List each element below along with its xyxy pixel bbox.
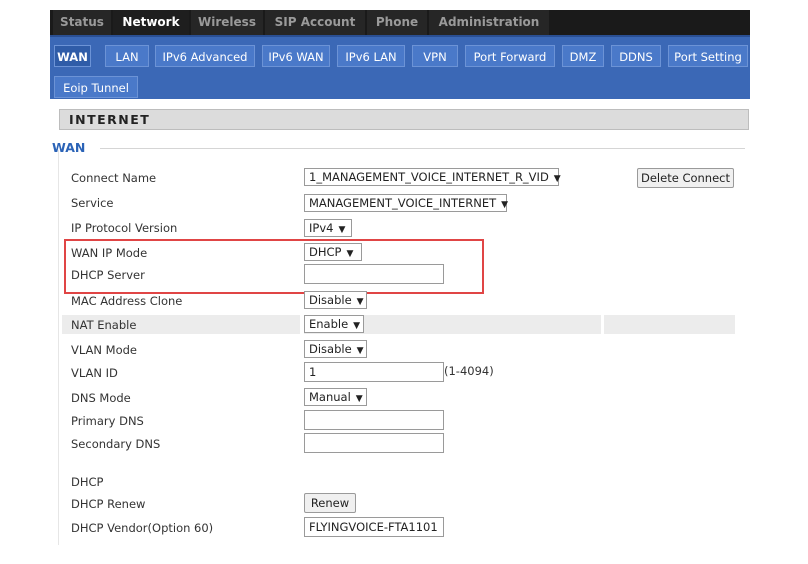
dropdown-arrow-icon: ▼ bbox=[501, 200, 509, 210]
vlan-mode-value: Disable bbox=[309, 342, 352, 356]
vlan-id-input[interactable]: 1 bbox=[304, 362, 444, 382]
dropdown-arrow-icon: ▼ bbox=[356, 346, 364, 356]
wan-ip-mode-select[interactable]: DHCP ▼ bbox=[304, 243, 362, 261]
ip-protocol-label: IP Protocol Version bbox=[71, 221, 178, 235]
tab-network[interactable]: Network bbox=[113, 10, 189, 35]
renew-button[interactable]: Renew bbox=[304, 493, 356, 513]
mac-clone-value: Disable bbox=[309, 293, 352, 307]
service-label: Service bbox=[71, 196, 114, 210]
dropdown-arrow-icon: ▼ bbox=[356, 297, 364, 307]
vlan-id-hint: (1-4094) bbox=[444, 364, 494, 378]
tab-administration[interactable]: Administration bbox=[429, 10, 549, 35]
section-title: INTERNET bbox=[69, 112, 151, 127]
fieldset-border bbox=[58, 150, 59, 545]
secondary-dns-input[interactable] bbox=[304, 433, 444, 453]
tab-wireless[interactable]: Wireless bbox=[191, 10, 263, 35]
subtab-eoip-tunnel[interactable]: Eoip Tunnel bbox=[54, 76, 138, 98]
dhcp-heading: DHCP bbox=[71, 475, 104, 489]
dhcp-server-label: DHCP Server bbox=[71, 268, 145, 282]
row-separator bbox=[601, 315, 604, 334]
secondary-dns-label: Secondary DNS bbox=[71, 437, 161, 451]
dns-mode-select[interactable]: Manual ▼ bbox=[304, 388, 367, 406]
dropdown-arrow-icon: ▼ bbox=[353, 321, 361, 331]
subtab-port-setting[interactable]: Port Setting bbox=[668, 45, 748, 67]
subtab-ipv6-lan[interactable]: IPv6 LAN bbox=[337, 45, 405, 67]
dropdown-arrow-icon: ▼ bbox=[346, 249, 354, 259]
primary-dns-input[interactable] bbox=[304, 410, 444, 430]
dropdown-arrow-icon: ▼ bbox=[553, 174, 561, 184]
subtab-ddns[interactable]: DDNS bbox=[611, 45, 661, 67]
dns-mode-value: Manual bbox=[309, 390, 351, 404]
ip-protocol-value: IPv4 bbox=[309, 221, 334, 235]
section-header: INTERNET bbox=[59, 109, 749, 130]
dhcp-vendor-input[interactable]: FLYINGVOICE-FTA1101 bbox=[304, 517, 444, 537]
vlan-mode-select[interactable]: Disable ▼ bbox=[304, 340, 367, 358]
connect-name-select[interactable]: 1_MANAGEMENT_VOICE_INTERNET_R_VID ▼ bbox=[304, 168, 561, 186]
tab-phone[interactable]: Phone bbox=[367, 10, 427, 35]
subtab-dmz[interactable]: DMZ bbox=[562, 45, 604, 67]
mac-clone-select[interactable]: Disable ▼ bbox=[304, 291, 367, 309]
subtab-vpn[interactable]: VPN bbox=[412, 45, 458, 67]
subtab-wan[interactable]: WAN bbox=[54, 45, 91, 67]
vlan-id-label: VLAN ID bbox=[71, 366, 118, 380]
nat-enable-select[interactable]: Enable ▼ bbox=[304, 315, 364, 333]
dropdown-arrow-icon: ▼ bbox=[338, 225, 346, 235]
ip-protocol-select[interactable]: IPv4 ▼ bbox=[304, 219, 352, 237]
dhcp-server-input[interactable] bbox=[304, 264, 444, 284]
subtab-port-forward[interactable]: Port Forward bbox=[465, 45, 555, 67]
top-nav-bar: Status Network Wireless SIP Account Phon… bbox=[50, 10, 750, 35]
connect-name-label: Connect Name bbox=[71, 171, 157, 185]
vlan-mode-label: VLAN Mode bbox=[71, 343, 137, 357]
dhcp-renew-label: DHCP Renew bbox=[71, 497, 146, 511]
nat-row-background bbox=[62, 315, 735, 334]
mac-clone-label: MAC Address Clone bbox=[71, 294, 183, 308]
connect-name-value: 1_MANAGEMENT_VOICE_INTERNET_R_VID bbox=[309, 170, 549, 184]
wan-ip-mode-label: WAN IP Mode bbox=[71, 246, 148, 260]
nat-enable-label: NAT Enable bbox=[71, 318, 137, 332]
delete-connect-button[interactable]: Delete Connect bbox=[637, 168, 734, 188]
service-value: MANAGEMENT_VOICE_INTERNET bbox=[309, 196, 497, 210]
service-select[interactable]: MANAGEMENT_VOICE_INTERNET ▼ bbox=[304, 194, 509, 212]
dropdown-arrow-icon: ▼ bbox=[355, 394, 363, 404]
nat-enable-value: Enable bbox=[309, 317, 349, 331]
dhcp-vendor-label: DHCP Vendor(Option 60) bbox=[71, 521, 214, 535]
subtab-ipv6-advanced[interactable]: IPv6 Advanced bbox=[155, 45, 255, 67]
subtab-ipv6-wan[interactable]: IPv6 WAN bbox=[262, 45, 330, 67]
subtab-lan[interactable]: LAN bbox=[105, 45, 149, 67]
tab-sip-account[interactable]: SIP Account bbox=[265, 10, 365, 35]
legend-divider bbox=[100, 148, 745, 149]
sub-nav-bar: WAN LAN IPv6 Advanced IPv6 WAN IPv6 LAN … bbox=[50, 35, 750, 99]
tab-status[interactable]: Status bbox=[53, 10, 111, 35]
wan-legend: WAN bbox=[52, 140, 86, 155]
primary-dns-label: Primary DNS bbox=[71, 414, 144, 428]
wan-ip-mode-value: DHCP bbox=[309, 245, 342, 259]
dns-mode-label: DNS Mode bbox=[71, 391, 131, 405]
